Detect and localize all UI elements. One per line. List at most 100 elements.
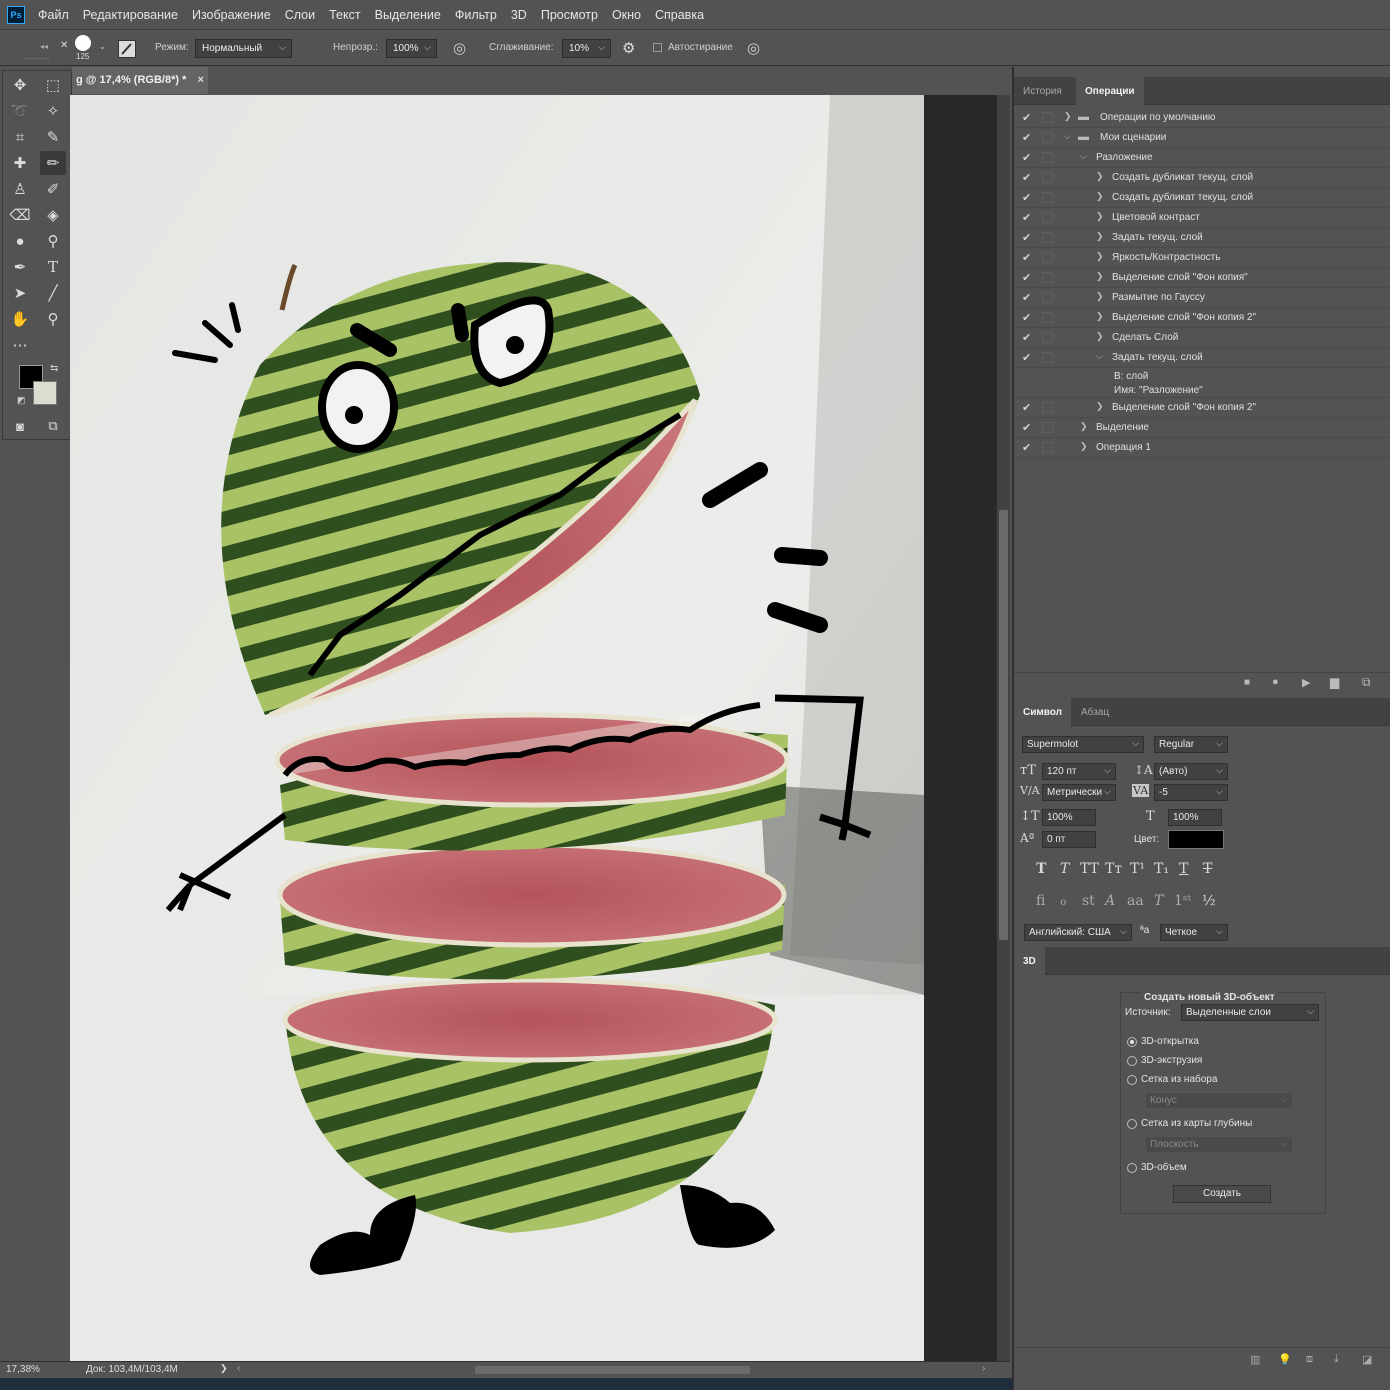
action-dialog-toggle[interactable]	[1042, 192, 1053, 203]
action-dialog-toggle[interactable]	[1042, 112, 1053, 123]
action-toggle-check-icon[interactable]: ✔	[1022, 211, 1031, 224]
radio-depth-map[interactable]	[1127, 1119, 1137, 1129]
lasso-tool-icon[interactable]: ➰	[7, 99, 33, 123]
radio-3d-postcard[interactable]	[1127, 1037, 1137, 1047]
underline-icon[interactable]: T	[1179, 861, 1188, 877]
action-toggle-check-icon[interactable]: ✔	[1022, 351, 1031, 364]
action-row[interactable]: ✔ ⌵ ▬ Мои сценарии	[1014, 128, 1390, 148]
pen-tool-icon[interactable]: ✒	[7, 255, 33, 279]
horizontal-scroll-thumb[interactable]	[475, 1366, 750, 1374]
kerning-input[interactable]: Метрически ⌵	[1042, 784, 1116, 801]
pressure-opacity-icon[interactable]: ◎	[453, 39, 466, 57]
leading-input[interactable]: (Авто) ⌵	[1154, 763, 1228, 780]
tracking-input[interactable]: -5 ⌵	[1154, 784, 1228, 801]
faux-italic-icon[interactable]: T	[1060, 861, 1069, 877]
autoerase-checkbox[interactable]	[653, 43, 662, 52]
swash-icon[interactable]: A	[1105, 893, 1115, 909]
action-dialog-toggle[interactable]	[1042, 332, 1053, 343]
chevron-right-icon[interactable]: ❯	[1096, 211, 1104, 222]
action-dialog-toggle[interactable]	[1042, 212, 1053, 223]
action-row[interactable]: ✔ ❯ Яркость/Контрастность	[1014, 248, 1390, 268]
eraser-tool-icon[interactable]: ⌫	[7, 203, 33, 227]
brush-preview-icon[interactable]	[75, 35, 91, 51]
opacity-input[interactable]: 100% ⌵	[386, 39, 437, 58]
close-icon[interactable]: ✕	[60, 40, 68, 51]
superscript-icon[interactable]: T¹	[1130, 861, 1145, 877]
action-dialog-toggle[interactable]	[1042, 312, 1053, 323]
action-toggle-check-icon[interactable]: ✔	[1022, 311, 1031, 324]
faux-bold-icon[interactable]: T	[1036, 861, 1046, 877]
chevron-right-icon[interactable]: ❯	[1096, 191, 1104, 202]
action-dialog-toggle[interactable]	[1042, 172, 1053, 183]
chevron-right-icon[interactable]: ❯	[1096, 171, 1104, 182]
action-toggle-check-icon[interactable]: ✔	[1022, 421, 1031, 434]
action-row[interactable]: ✔ ❯ Выделение слой "Фон копия"	[1014, 268, 1390, 288]
menu-file[interactable]: Файл	[38, 8, 69, 22]
menu-3d[interactable]: 3D	[511, 8, 527, 22]
action-dialog-toggle[interactable]	[1042, 132, 1053, 143]
fractions-icon[interactable]: ½	[1202, 893, 1216, 909]
stylistic-alternates-icon[interactable]: aa	[1127, 893, 1144, 909]
clone-stamp-tool-icon[interactable]: ♙	[7, 177, 33, 201]
chevron-right-icon[interactable]: ❯	[1064, 111, 1072, 122]
menu-window[interactable]: Окно	[612, 8, 641, 22]
magic-wand-tool-icon[interactable]: ✧	[40, 99, 66, 123]
paint-bucket-tool-icon[interactable]: ◈	[40, 203, 66, 227]
move-tool-icon[interactable]: ✥	[7, 73, 33, 97]
action-toggle-check-icon[interactable]: ✔	[1022, 271, 1031, 284]
chevron-down-icon[interactable]: ⌄	[99, 42, 106, 51]
marquee-tool-icon[interactable]: ⬚	[40, 73, 66, 97]
all-caps-icon[interactable]: TT	[1080, 861, 1099, 877]
action-row[interactable]: ✔ ❯ Создать дубликат текущ. слой	[1014, 188, 1390, 208]
chevron-down-icon[interactable]: ⌵	[1064, 131, 1071, 142]
action-dialog-toggle[interactable]	[1042, 232, 1053, 243]
crop-tool-icon[interactable]: ⌗	[7, 125, 33, 149]
action-row[interactable]: ✔ ❯ Выделение	[1014, 418, 1390, 438]
tab-actions[interactable]: Операции	[1076, 77, 1144, 105]
light-icon[interactable]: 💡	[1278, 1353, 1292, 1366]
create-3d-button[interactable]: Создать	[1173, 1185, 1271, 1203]
render-icon[interactable]: ◪	[1362, 1353, 1372, 1366]
font-size-input[interactable]: 120 пт ⌵	[1042, 763, 1116, 780]
new-set-folder-icon[interactable]: ▆	[1330, 675, 1339, 689]
pencil-tool-icon[interactable]: ✏	[40, 151, 66, 175]
action-row[interactable]: ✔ ❯ ▬ Операции по умолчанию	[1014, 108, 1390, 128]
play-icon[interactable]: ▶	[1302, 676, 1310, 689]
action-toggle-check-icon[interactable]: ✔	[1022, 251, 1031, 264]
horizontal-scale-input[interactable]: 100%	[1168, 809, 1222, 826]
document-tab[interactable]: g @ 17,4% (RGB/8*) * ×	[72, 67, 208, 94]
scene-icon[interactable]: ⧈	[1306, 1353, 1313, 1366]
radio-mesh-preset[interactable]	[1127, 1075, 1137, 1085]
scroll-left-icon[interactable]: ‹	[237, 1363, 240, 1374]
action-dialog-toggle[interactable]	[1042, 292, 1053, 303]
baseline-shift-input[interactable]: 0 пт	[1042, 831, 1096, 848]
pressure-size-icon[interactable]: ◎	[747, 39, 760, 57]
action-toggle-check-icon[interactable]: ✔	[1022, 111, 1031, 124]
discretionary-ligatures-icon[interactable]: st	[1082, 893, 1095, 909]
action-toggle-check-icon[interactable]: ✔	[1022, 231, 1031, 244]
blur-tool-icon[interactable]: ●	[7, 229, 33, 253]
vertical-scrollbar[interactable]	[996, 95, 1010, 1361]
menu-select[interactable]: Выделение	[375, 8, 441, 22]
action-toggle-check-icon[interactable]: ✔	[1022, 441, 1031, 454]
action-dialog-toggle[interactable]	[1042, 152, 1053, 163]
source-select[interactable]: Выделенные слои ⌵	[1181, 1004, 1319, 1021]
action-row[interactable]: ✔ ❯ Выделение слой "Фон копия 2"	[1014, 398, 1390, 418]
action-toggle-check-icon[interactable]: ✔	[1022, 131, 1031, 144]
menu-edit[interactable]: Редактирование	[83, 8, 178, 22]
antialias-select[interactable]: Четкое ⌵	[1160, 924, 1228, 941]
eyedropper-tool-icon[interactable]: ✎	[40, 125, 66, 149]
action-toggle-check-icon[interactable]: ✔	[1022, 191, 1031, 204]
history-brush-tool-icon[interactable]: ✐	[40, 177, 66, 201]
ordinals-icon[interactable]: 1ˢᵗ	[1174, 893, 1191, 909]
smoothing-input[interactable]: 10% ⌵	[562, 39, 611, 58]
chevron-right-icon[interactable]: ❯	[1096, 231, 1104, 242]
tab-paragraph[interactable]: Абзац	[1072, 698, 1118, 726]
action-toggle-check-icon[interactable]: ✔	[1022, 171, 1031, 184]
action-row[interactable]: ✔ ⌵ Задать текущ. слой	[1014, 348, 1390, 368]
swap-colors-icon[interactable]: ⇆	[50, 363, 58, 374]
scroll-right-icon[interactable]: ›	[982, 1363, 985, 1374]
record-icon[interactable]: ●	[1272, 676, 1279, 688]
chevron-right-icon[interactable]: ❯	[1096, 251, 1104, 262]
gear-icon[interactable]: ⚙	[622, 39, 635, 57]
